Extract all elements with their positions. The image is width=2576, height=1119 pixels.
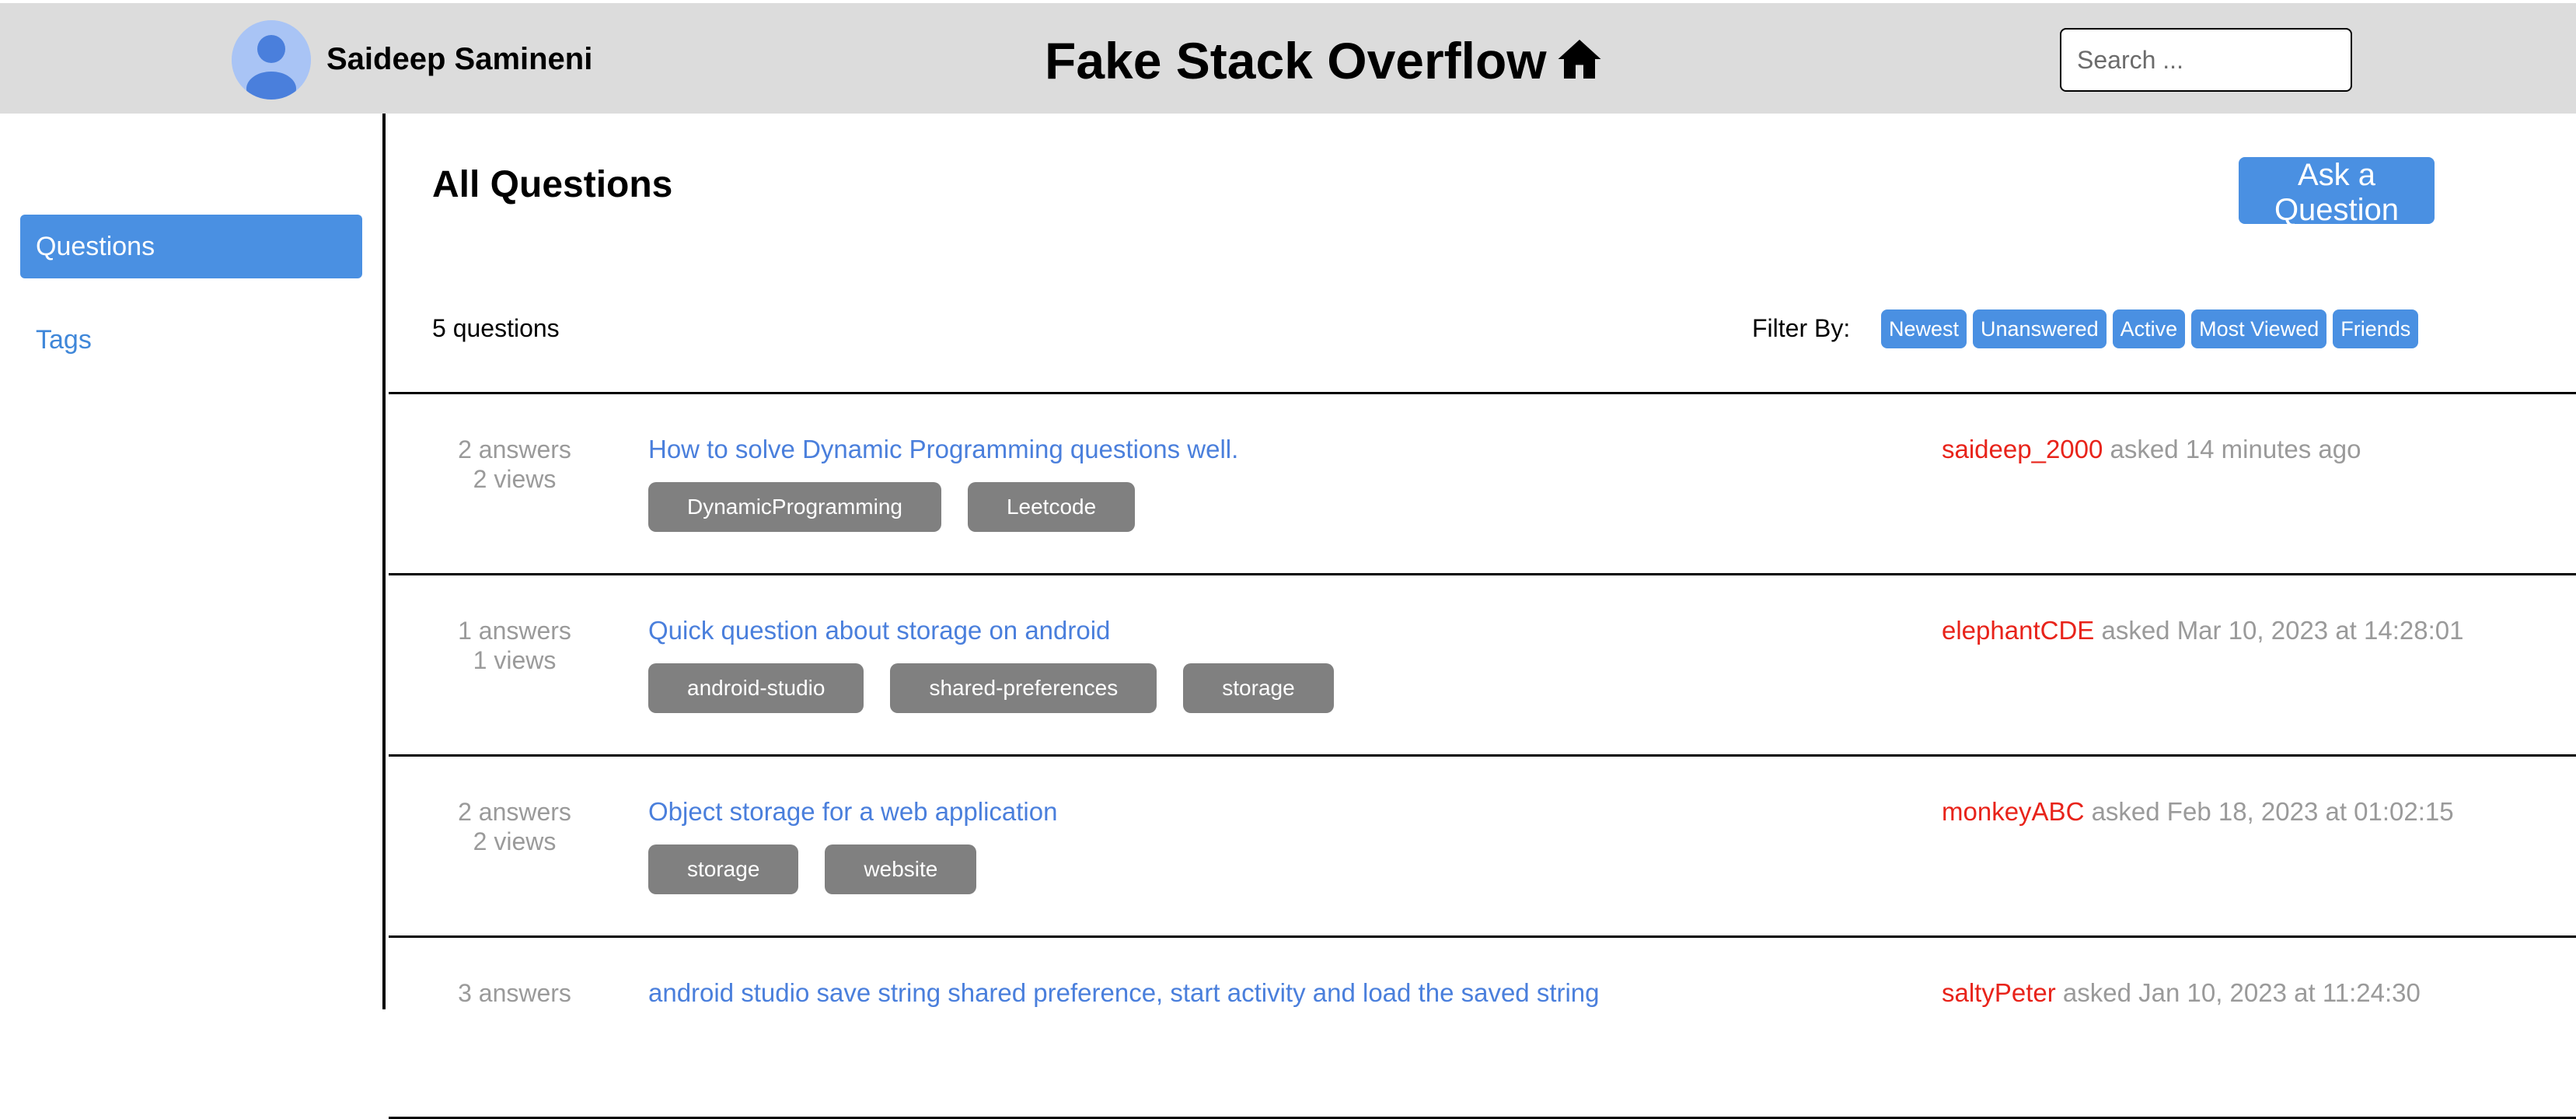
sidebar: Questions Tags <box>0 114 386 1009</box>
tag-chip[interactable]: shared-preferences <box>890 663 1157 713</box>
question-title-link[interactable]: Quick question about storage on android <box>648 616 1110 645</box>
question-asked-time: asked Feb 18, 2023 at 01:02:15 <box>2091 797 2454 826</box>
question-stats: 1 answers 1 views <box>432 616 597 675</box>
question-meta: saideep_2000 asked 14 minutes ago <box>1942 435 2361 464</box>
question-tags: android-studio shared-preferences storag… <box>648 663 1334 713</box>
question-row: 1 answers 1 views Quick question about s… <box>389 575 2576 757</box>
sidebar-item-tags[interactable]: Tags <box>20 308 362 372</box>
view-count: 2 views <box>473 827 557 855</box>
search-input[interactable] <box>2060 28 2352 92</box>
main-content: All Questions Ask a Question 5 questions… <box>389 114 2576 1119</box>
filter-unanswered-button[interactable]: Unanswered <box>1973 309 2107 348</box>
question-stats: 2 answers 2 views <box>432 797 597 856</box>
filter-active-button[interactable]: Active <box>2112 309 2186 348</box>
filter-most-viewed-button[interactable]: Most Viewed <box>2191 309 2327 348</box>
question-asked-time: asked Jan 10, 2023 at 11:24:30 <box>2062 978 2421 1007</box>
tag-chip[interactable]: Leetcode <box>967 482 1136 532</box>
question-row: 3 answers android studio save string sha… <box>389 938 2576 1119</box>
top-header: Saideep Samineni Fake Stack Overflow <box>0 0 2576 114</box>
question-stats: 2 answers 2 views <box>432 435 597 494</box>
tag-chip[interactable]: DynamicProgramming <box>648 482 941 532</box>
question-author[interactable]: elephantCDE <box>1942 616 2094 645</box>
answer-count: 3 answers <box>458 979 571 1007</box>
answer-count: 2 answers <box>458 798 571 826</box>
filter-buttons: Newest Unanswered Active Most Viewed Fri… <box>1881 309 2419 348</box>
page-title: All Questions <box>432 164 673 205</box>
question-meta: saltyPeter asked Jan 10, 2023 at 11:24:3… <box>1942 978 2421 1008</box>
question-title-link[interactable]: Object storage for a web application <box>648 797 1057 827</box>
question-stats: 3 answers <box>432 978 597 1008</box>
question-title-link[interactable]: android studio save string shared prefer… <box>648 978 1600 1008</box>
site-title-text: Fake Stack Overflow <box>1045 32 1547 89</box>
tag-chip[interactable]: android-studio <box>648 663 864 713</box>
view-count: 2 views <box>473 465 557 493</box>
question-tags: storage website <box>648 844 977 894</box>
question-meta: elephantCDE asked Mar 10, 2023 at 14:28:… <box>1942 616 2463 645</box>
question-row: 2 answers 2 views Object storage for a w… <box>389 757 2576 938</box>
question-asked-time: asked 14 minutes ago <box>2110 435 2361 463</box>
question-title-link[interactable]: How to solve Dynamic Programming questio… <box>648 435 1238 464</box>
tag-chip[interactable]: storage <box>648 844 799 894</box>
question-author[interactable]: monkeyABC <box>1942 797 2084 826</box>
question-list: 2 answers 2 views How to solve Dynamic P… <box>389 394 2576 1119</box>
question-count: 5 questions <box>432 314 560 342</box>
question-author[interactable]: saltyPeter <box>1942 978 2056 1007</box>
question-meta: monkeyABC asked Feb 18, 2023 at 01:02:15 <box>1942 797 2454 827</box>
filter-newest-button[interactable]: Newest <box>1881 309 1967 348</box>
question-asked-time: asked Mar 10, 2023 at 14:28:01 <box>2101 616 2464 645</box>
ask-question-button[interactable]: Ask a Question <box>2239 157 2435 227</box>
question-author[interactable]: saideep_2000 <box>1942 435 2103 463</box>
view-count: 1 views <box>473 646 557 674</box>
filter-friends-button[interactable]: Friends <box>2333 309 2419 348</box>
site-title: Fake Stack Overflow <box>1045 31 1603 90</box>
tag-chip[interactable]: storage <box>1183 663 1334 713</box>
user-name: Saideep Samineni <box>326 42 593 76</box>
tag-chip[interactable]: website <box>825 844 977 894</box>
user-avatar-icon <box>232 20 311 100</box>
avatar[interactable] <box>232 20 311 100</box>
answer-count: 2 answers <box>458 435 571 463</box>
answer-count: 1 answers <box>458 617 571 645</box>
filter-label: Filter By: <box>1752 314 1851 342</box>
question-row: 2 answers 2 views How to solve Dynamic P… <box>389 394 2576 575</box>
sidebar-item-questions[interactable]: Questions <box>20 215 362 278</box>
home-icon[interactable] <box>1556 36 1603 82</box>
question-tags: DynamicProgramming Leetcode <box>648 482 1136 532</box>
